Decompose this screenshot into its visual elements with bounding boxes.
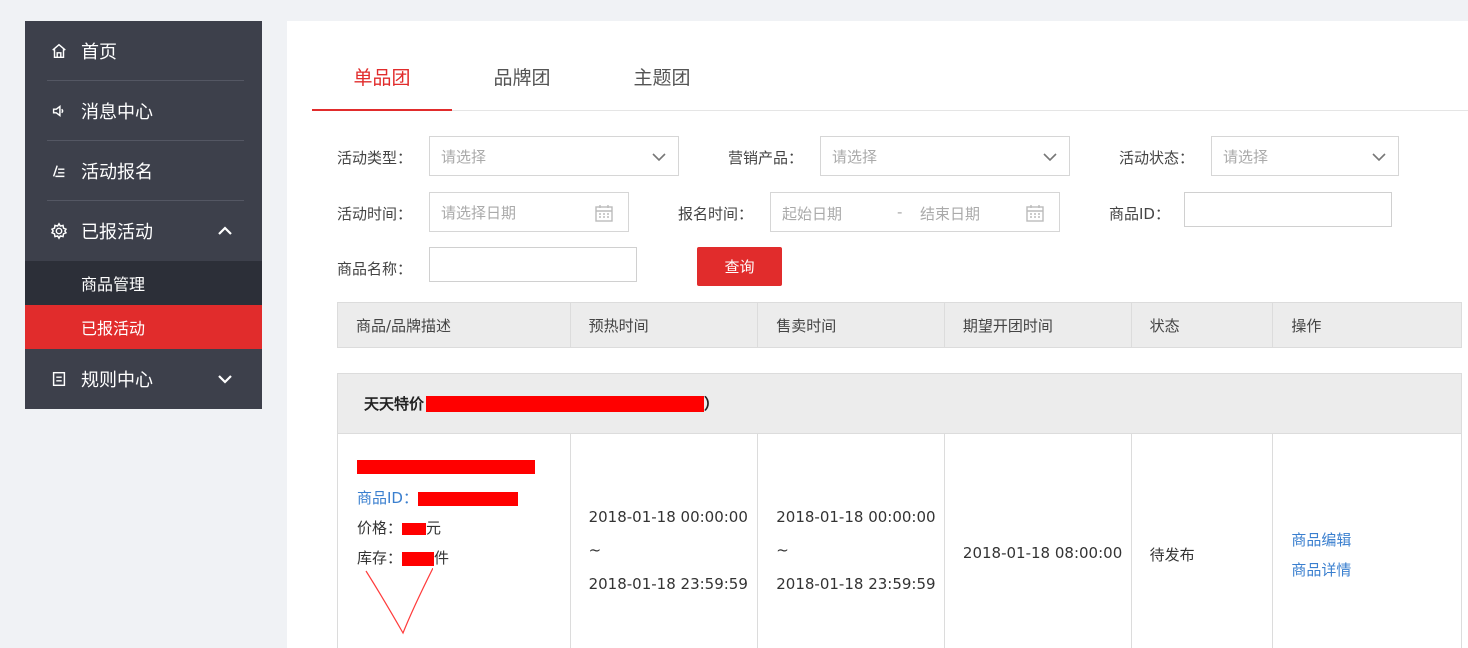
sidebar-item-home[interactable]: 首页 <box>25 21 262 81</box>
expected-open-time-cell: 2018-01-18 08:00:00 <box>945 433 1132 648</box>
chevron-down-icon <box>650 148 668 166</box>
activity-type-label: 活动类型： <box>337 149 413 167</box>
speaker-icon <box>49 101 69 121</box>
product-name-link[interactable] <box>357 457 535 475</box>
price-line: 价格： 元 <box>357 517 441 538</box>
sidebar-item-label: 活动报名 <box>81 162 153 183</box>
sidebar-item-rules-center[interactable]: 规则中心 <box>25 349 262 409</box>
sidebar-item-reported-activities[interactable]: 已报活动 <box>25 201 262 261</box>
preheat-separator: ~ <box>588 541 602 559</box>
query-button[interactable]: 查询 <box>697 247 782 286</box>
chevron-down-icon <box>1370 148 1388 166</box>
product-description-cell: 商品ID： 价格： 元 库存： 件 <box>338 433 571 648</box>
sidebar-subitem-label: 已报活动 <box>81 319 146 338</box>
sidebar: 首页 消息中心 活动报名 已报活动 商品管理 已报活动 规则中心 <box>25 21 262 409</box>
start-date-placeholder: 起始日期 <box>782 205 843 223</box>
preheat-time-cell: 2018-01-18 00:00:00 ~ 2018-01-18 23:59:5… <box>571 433 759 648</box>
activity-time-picker[interactable]: 请选择日期 <box>429 192 629 232</box>
select-placeholder: 请选择 <box>832 147 878 166</box>
product-id-label: 商品ID： <box>357 489 418 507</box>
sidebar-item-label: 规则中心 <box>81 370 153 391</box>
signup-time-label: 报名时间： <box>678 205 754 223</box>
signup-time-range-picker[interactable]: 起始日期 - 结束日期 <box>770 192 1060 232</box>
marketing-product-select[interactable]: 请选择 <box>820 136 1070 176</box>
range-separator: - <box>897 203 903 221</box>
calendar-icon <box>1025 203 1045 223</box>
sidebar-item-label: 首页 <box>81 42 117 63</box>
redaction-mark <box>402 551 435 566</box>
redaction-mark <box>402 522 427 535</box>
end-date-placeholder: 结束日期 <box>920 205 981 223</box>
stock-unit: 件 <box>434 549 450 567</box>
status-text: 待发布 <box>1149 546 1195 564</box>
sidebar-subitem-product-management[interactable]: 商品管理 <box>25 261 262 305</box>
activity-time-label: 活动时间： <box>337 205 413 223</box>
price-unit: 元 <box>426 519 442 537</box>
select-placeholder: 请选择 <box>1223 147 1269 166</box>
redaction-mark <box>357 459 535 474</box>
document-icon <box>49 369 69 389</box>
column-header: 预热时间 <box>571 303 759 347</box>
preheat-start: 2018-01-18 00:00:00 <box>588 508 748 526</box>
date-placeholder: 请选择日期 <box>441 203 517 222</box>
status-cell: 待发布 <box>1132 433 1274 648</box>
chevron-down-icon <box>216 370 234 388</box>
product-id-label: 商品ID： <box>1109 205 1170 223</box>
redaction-mark <box>426 395 705 412</box>
tab-theme-group[interactable]: 主题团 <box>592 57 732 110</box>
sidebar-item-activity-signup[interactable]: 活动报名 <box>25 141 262 201</box>
calendar-icon <box>594 203 614 223</box>
expected-open-time: 2018-01-18 08:00:00 <box>962 544 1123 562</box>
home-icon <box>49 41 69 61</box>
column-header: 状态 <box>1132 303 1274 347</box>
activity-table: 商品/品牌描述 预热时间 售卖时间 期望开团时间 状态 操作 <box>337 302 1462 348</box>
product-name-input[interactable] <box>429 247 637 282</box>
group-title: 天天特价 <box>364 395 425 413</box>
edit-list-icon <box>49 161 69 181</box>
column-header: 商品/品牌描述 <box>338 303 571 347</box>
activity-status-label: 活动状态： <box>1119 149 1195 167</box>
sale-start: 2018-01-18 00:00:00 <box>776 508 936 526</box>
product-id-input[interactable] <box>1184 192 1392 227</box>
gear-icon <box>49 221 69 241</box>
tab-brand-group[interactable]: 品牌团 <box>452 57 592 110</box>
preheat-end: 2018-01-18 23:59:59 <box>588 575 748 593</box>
activity-type-select[interactable]: 请选择 <box>429 136 679 176</box>
sidebar-item-label: 消息中心 <box>81 102 153 123</box>
marketing-product-label: 营销产品： <box>728 149 804 167</box>
product-details-link[interactable]: 商品详情 <box>1291 559 1351 580</box>
tab-bar: 单品团 品牌团 主题团 <box>312 57 1468 111</box>
product-name-label: 商品名称： <box>337 260 413 278</box>
column-header: 期望开团时间 <box>945 303 1132 347</box>
group-title-suffix: ） <box>704 395 720 413</box>
table-row: 商品ID： 价格： 元 库存： 件 2018-01-18 00:00:00 ~ 20… <box>337 433 1462 648</box>
sidebar-item-messages[interactable]: 消息中心 <box>25 81 262 141</box>
column-header: 操作 <box>1291 316 1322 335</box>
chevron-up-icon <box>216 222 234 240</box>
scribble-annotation <box>363 567 434 638</box>
sidebar-subitem-reported-activities[interactable]: 已报活动 <box>25 305 262 349</box>
stock-line: 库存： 件 <box>357 547 449 568</box>
sale-end: 2018-01-18 23:59:59 <box>776 575 936 593</box>
edit-product-link[interactable]: 商品编辑 <box>1291 529 1351 550</box>
sidebar-subitem-label: 商品管理 <box>81 275 146 294</box>
sale-separator: ~ <box>776 541 789 559</box>
tab-single-product-group[interactable]: 单品团 <box>312 57 452 111</box>
column-header: 售卖时间 <box>758 303 945 347</box>
sale-time-cell: 2018-01-18 00:00:00 ~ 2018-01-18 23:59:5… <box>758 433 945 648</box>
select-placeholder: 请选择 <box>441 147 487 166</box>
table-header: 商品/品牌描述 预热时间 售卖时间 期望开团时间 状态 操作 <box>337 302 1462 348</box>
redaction-mark <box>417 491 518 506</box>
product-id-line[interactable]: 商品ID： <box>357 487 518 508</box>
activity-group-header: 天天特价 ） <box>337 373 1462 434</box>
price-label: 价格： <box>357 519 403 537</box>
chevron-down-icon <box>1041 148 1059 166</box>
activity-status-select[interactable]: 请选择 <box>1211 136 1399 176</box>
stock-label: 库存： <box>357 549 403 567</box>
main-panel: 单品团 品牌团 主题团 活动类型： 请选择 营销产品： 请选择 活动状态： 请选… <box>287 21 1468 648</box>
sidebar-item-label: 已报活动 <box>81 222 153 243</box>
actions-cell: 商品编辑 商品详情 <box>1273 433 1461 648</box>
